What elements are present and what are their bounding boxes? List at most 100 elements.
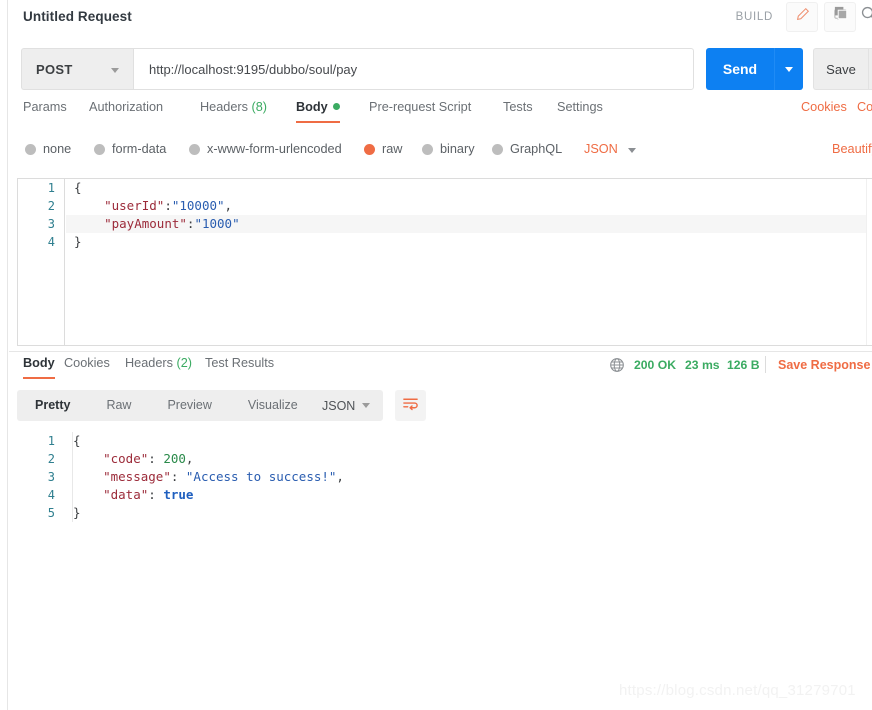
request-header-bar: Untitled Request BUILD <box>9 0 872 36</box>
line-number: 3 <box>47 217 55 231</box>
code-token: "userId" <box>104 198 165 213</box>
code-line: } <box>66 233 872 251</box>
tab-body[interactable]: Body <box>296 100 340 123</box>
line-number: 4 <box>47 235 55 249</box>
request-body-editor[interactable]: 1234 { "userId":"10000", "payAmount":"10… <box>17 178 872 346</box>
radio-icon <box>492 143 503 155</box>
wrap-lines-button[interactable] <box>395 390 426 421</box>
response-view-preview[interactable]: Preview <box>149 390 229 421</box>
beautify-link[interactable]: Beautify <box>832 142 872 156</box>
save-button[interactable]: Save <box>813 48 868 90</box>
tab-label: Cookies <box>64 356 110 370</box>
save-options-button[interactable] <box>868 48 872 90</box>
http-method-select[interactable]: POST <box>21 48 133 90</box>
line-number: 3 <box>47 470 55 484</box>
request-url-value: http://localhost:9195/dubbo/soul/pay <box>149 61 358 77</box>
postman-request-window: Untitled Request BUILD POST http://local… <box>0 0 872 710</box>
code-token: "data" <box>103 487 149 502</box>
build-label: BUILD <box>735 11 773 23</box>
tab-headers[interactable]: Headers (8) <box>200 100 267 114</box>
tab-pre-request-script[interactable]: Pre-request Script <box>369 100 471 114</box>
response-view-raw[interactable]: Raw <box>88 390 149 421</box>
tab-params[interactable]: Params <box>23 100 67 114</box>
code-token: true <box>163 487 194 502</box>
body-type-binary[interactable]: binary <box>422 142 475 156</box>
body-format-select[interactable]: JSON <box>584 142 618 156</box>
send-button[interactable]: Send <box>706 48 774 90</box>
response-view-visualize[interactable]: Visualize <box>230 390 316 421</box>
code-token: : <box>164 198 172 213</box>
code-line: { <box>66 179 872 197</box>
response-body-viewer[interactable]: 1 2 3 4 5 { "code": 200, "message": "Access … <box>17 432 872 522</box>
edit-request-button[interactable] <box>786 2 818 32</box>
watermark: https://blog.csdn.net/qq_31279701 <box>619 682 856 699</box>
link-code[interactable]: Code <box>857 100 872 114</box>
code-line: "data": true <box>65 486 344 504</box>
response-view-pretty[interactable]: Pretty <box>17 390 88 421</box>
body-type-x-www-form-urlencoded[interactable]: x-www-form-urlencoded <box>189 142 342 156</box>
modified-dot-icon <box>332 103 340 111</box>
body-type-none[interactable]: none <box>25 142 71 156</box>
code-token: : <box>170 469 186 484</box>
request-editor-code[interactable]: { "userId":"10000", "payAmount":"1000"} <box>66 179 872 345</box>
code-line: "message": "Access to success!", <box>65 468 344 486</box>
code-line: "code": 200, <box>65 450 344 468</box>
radio-icon <box>94 143 105 155</box>
code-token: { <box>73 433 81 448</box>
tab-label: Headers <box>125 356 173 370</box>
pencil-icon <box>795 7 810 27</box>
chevron-down-icon <box>785 66 793 72</box>
wrap-text-icon <box>402 395 419 417</box>
chevron-down-icon <box>111 68 119 73</box>
code-line: "userId":"10000", <box>66 197 872 215</box>
active-tab-underline <box>296 120 340 123</box>
copy-response-button[interactable] <box>833 5 850 27</box>
body-type-options: JSON Beautify none form-data x-www-form-ur… <box>9 142 872 168</box>
send-options-button[interactable] <box>774 48 803 90</box>
link-cookies[interactable]: Cookies <box>801 100 847 114</box>
search-response-button[interactable] <box>860 5 872 27</box>
tab-count: (2) <box>176 356 193 370</box>
save-response-button[interactable]: Save Response <box>778 358 870 372</box>
request-editor-scrollbar[interactable] <box>866 179 872 345</box>
radio-icon <box>364 143 375 155</box>
code-token: "code" <box>103 451 149 466</box>
tab-tests[interactable]: Tests <box>503 100 533 114</box>
code-token: "10000" <box>171 198 225 213</box>
tab-authorization[interactable]: Authorization <box>89 100 163 114</box>
tab-settings[interactable]: Settings <box>557 100 603 114</box>
response-tab-body[interactable]: Body <box>23 356 55 379</box>
radio-icon <box>25 143 36 155</box>
code-line: "payAmount":"1000" <box>66 215 872 233</box>
copy-icon <box>833 6 850 26</box>
response-format-select[interactable]: JSON <box>308 390 383 421</box>
tab-label: Authorization <box>89 100 164 114</box>
code-token: : <box>148 487 164 502</box>
body-type-raw[interactable]: raw <box>364 142 402 156</box>
request-url-input[interactable]: http://localhost:9195/dubbo/soul/pay <box>133 48 694 90</box>
response-tab-test-results[interactable]: Test Results <box>205 356 274 370</box>
response-tab-cookies[interactable]: Cookies <box>64 356 110 370</box>
tab-count: (8) <box>251 100 268 114</box>
request-tab-bar: Params Authorization Headers (8) Body Pre-re… <box>9 100 872 130</box>
body-type-label: binary <box>440 142 475 156</box>
active-tab-underline <box>23 376 55 379</box>
url-bar: POST http://localhost:9195/dubbo/soul/pa… <box>9 45 872 93</box>
body-type-label: raw <box>382 142 403 156</box>
code-token: 200 <box>163 451 186 466</box>
response-divider <box>9 351 872 352</box>
page-title: Untitled Request <box>23 9 132 24</box>
radio-icon <box>189 143 200 155</box>
radio-icon <box>422 143 433 155</box>
code-token: , <box>336 469 344 484</box>
chevron-down-icon <box>628 148 636 153</box>
code-token: } <box>73 505 81 520</box>
body-type-form-data[interactable]: form-data <box>94 142 166 156</box>
response-tab-headers[interactable]: Headers (2) <box>125 356 192 370</box>
body-type-label: none <box>43 142 72 156</box>
code-token: { <box>74 180 82 195</box>
body-type-graphql[interactable]: GraphQL <box>492 142 562 156</box>
